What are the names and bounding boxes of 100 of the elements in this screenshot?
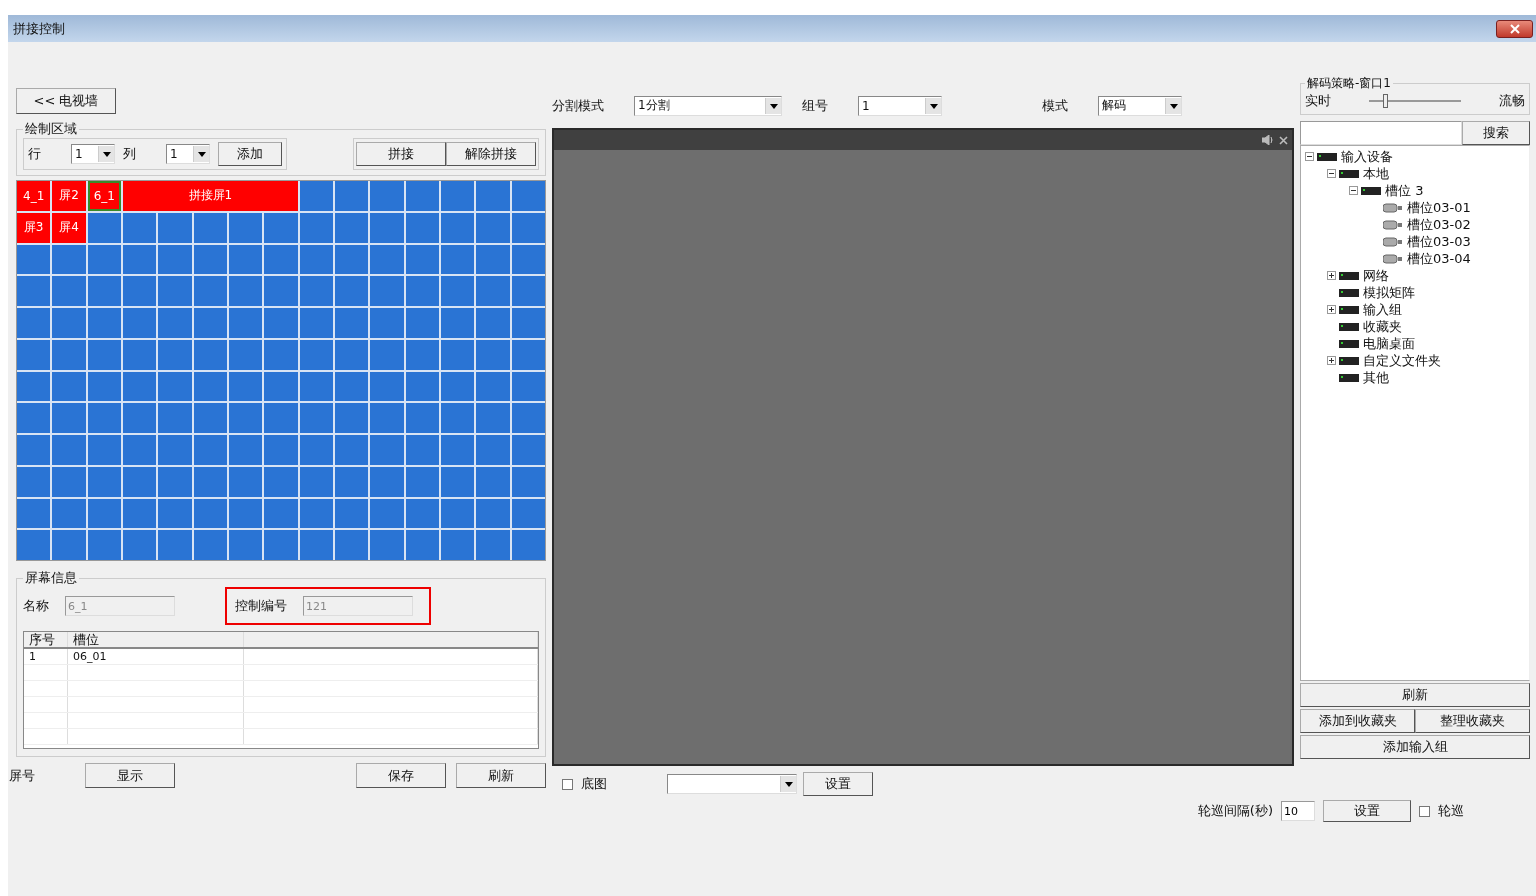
wall-cell[interactable] [476, 339, 510, 370]
wall-cell[interactable] [511, 276, 545, 306]
wall-cell[interactable] [17, 371, 51, 402]
wall-cell[interactable] [123, 371, 157, 402]
tree-item[interactable]: 输入组 [1363, 300, 1402, 319]
wall-cell[interactable] [52, 276, 86, 306]
wall-cell[interactable] [441, 339, 475, 370]
tree-item[interactable]: 收藏夹 [1363, 317, 1402, 336]
wall-cell[interactable] [123, 435, 157, 465]
wall-cell[interactable] [299, 435, 333, 465]
wall-cell[interactable] [405, 339, 439, 370]
wall-cell[interactable] [335, 244, 369, 275]
wall-cell[interactable] [405, 371, 439, 402]
wall-cell[interactable] [299, 498, 333, 529]
wall-cell[interactable] [158, 339, 192, 370]
tree-item[interactable]: 电脑桌面 [1363, 334, 1415, 353]
wall-cell[interactable] [87, 530, 121, 560]
splice-button[interactable]: 拼接 [356, 142, 446, 166]
close-button[interactable] [1496, 19, 1533, 38]
wall-cell[interactable] [299, 403, 333, 433]
wall-cell[interactable] [158, 530, 192, 560]
wall-screen[interactable]: 屏3 [17, 212, 51, 243]
wall-cell[interactable] [476, 530, 510, 560]
wall-cell[interactable] [441, 276, 475, 306]
wall-cell[interactable] [476, 403, 510, 433]
wall-cell[interactable] [405, 435, 439, 465]
wall-cell[interactable] [87, 466, 121, 497]
wall-cell[interactable] [193, 244, 227, 275]
tree-item[interactable]: 槽位 3 [1385, 181, 1424, 200]
wall-cell[interactable] [123, 466, 157, 497]
wall-cell[interactable] [264, 371, 298, 402]
wall-cell[interactable] [17, 276, 51, 306]
background-dropdown[interactable] [667, 774, 797, 794]
wall-cell[interactable] [441, 244, 475, 275]
close-icon[interactable] [1279, 135, 1288, 145]
unsplice-button[interactable]: 解除拼接 [446, 142, 536, 166]
wall-cell[interactable] [299, 181, 333, 211]
column-dropdown[interactable]: 1 [166, 144, 210, 164]
wall-cell[interactable] [335, 371, 369, 402]
wall-cell[interactable] [370, 276, 404, 306]
wall-cell[interactable] [335, 498, 369, 529]
wall-cell[interactable] [52, 244, 86, 275]
wall-cell[interactable] [17, 466, 51, 497]
wall-cell[interactable] [335, 466, 369, 497]
wall-cell[interactable] [405, 181, 439, 211]
wall-cell[interactable] [370, 498, 404, 529]
wall-cell[interactable] [405, 244, 439, 275]
wall-cell[interactable] [476, 276, 510, 306]
wall-cell[interactable] [17, 308, 51, 338]
wall-cell[interactable] [476, 435, 510, 465]
wall-cell[interactable] [229, 530, 263, 560]
speaker-icon[interactable] [1262, 135, 1274, 145]
wall-cell[interactable] [193, 276, 227, 306]
wall-cell[interactable] [264, 339, 298, 370]
wall-cell[interactable] [158, 371, 192, 402]
wall-cell[interactable] [335, 403, 369, 433]
wall-screen[interactable]: 6_1 [87, 181, 121, 211]
wall-cell[interactable] [123, 498, 157, 529]
wall-cell[interactable] [370, 212, 404, 243]
wall-screen[interactable]: 屏2 [52, 181, 86, 211]
wall-cell[interactable] [193, 339, 227, 370]
wall-cell[interactable] [370, 371, 404, 402]
wall-cell[interactable] [511, 530, 545, 560]
wall-cell[interactable] [299, 212, 333, 243]
toggle-icon[interactable] [1327, 356, 1336, 365]
toggle-icon[interactable] [1327, 305, 1336, 314]
wall-cell[interactable] [335, 435, 369, 465]
tree-item[interactable]: 槽位03-02 [1407, 215, 1471, 234]
slider-thumb[interactable] [1382, 94, 1388, 108]
wall-cell[interactable] [52, 371, 86, 402]
toggle-icon[interactable] [1305, 152, 1314, 161]
wall-cell[interactable] [52, 339, 86, 370]
wall-cell[interactable] [264, 498, 298, 529]
wall-cell[interactable] [158, 403, 192, 433]
wall-cell[interactable] [335, 308, 369, 338]
wall-cell[interactable] [158, 498, 192, 529]
wall-cell[interactable] [52, 435, 86, 465]
wall-cell[interactable] [476, 498, 510, 529]
tree-item[interactable]: 其他 [1363, 368, 1389, 387]
wall-cell[interactable] [264, 530, 298, 560]
wall-cell[interactable] [193, 308, 227, 338]
wall-cell[interactable] [405, 498, 439, 529]
wall-cell[interactable] [229, 498, 263, 529]
wall-cell[interactable] [229, 371, 263, 402]
wall-cell[interactable] [370, 403, 404, 433]
mode-dropdown[interactable]: 解码 [1098, 95, 1182, 116]
wall-cell[interactable] [158, 276, 192, 306]
wall-cell[interactable] [158, 435, 192, 465]
wall-cell[interactable] [229, 435, 263, 465]
wall-screen[interactable]: 屏4 [52, 212, 86, 243]
wall-cell[interactable] [511, 466, 545, 497]
show-button[interactable]: 显示 [85, 763, 175, 788]
wall-cell[interactable] [193, 435, 227, 465]
wall-cell[interactable] [229, 276, 263, 306]
wall-cell[interactable] [335, 212, 369, 243]
wall-cell[interactable] [405, 530, 439, 560]
wall-cell[interactable] [264, 466, 298, 497]
wall-cell[interactable] [511, 435, 545, 465]
wall-cell[interactable] [123, 276, 157, 306]
save-button[interactable]: 保存 [356, 763, 446, 788]
